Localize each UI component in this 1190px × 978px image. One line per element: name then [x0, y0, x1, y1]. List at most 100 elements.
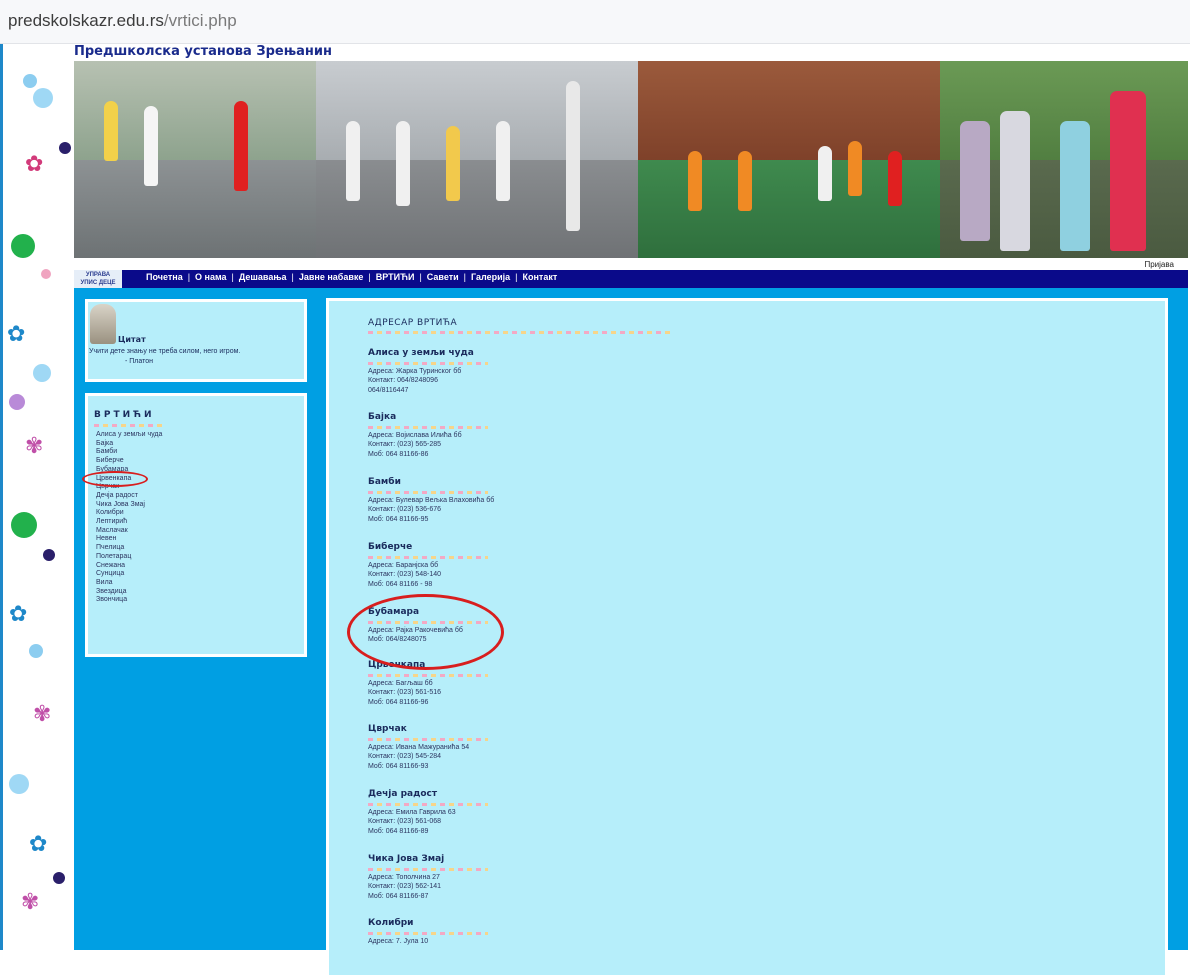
annotation-circle-list-item [82, 471, 148, 487]
entry-name: Дечја радост [368, 789, 438, 799]
kindergarten-link[interactable]: Вила [96, 579, 162, 588]
kindergarten-list: Алиса у земљи чуда Бајка Бамби Биберче Б… [96, 431, 162, 605]
decorative-dashes [368, 426, 488, 429]
bubble-decoration [59, 142, 71, 154]
entry-line: Контакт: (023) 561-068 [368, 818, 442, 826]
decorative-dashes [368, 491, 488, 494]
flower-icon: ✿ [9, 602, 28, 627]
kindergarten-link[interactable]: Колибри [96, 509, 162, 518]
kindergarten-link[interactable]: Невен [96, 535, 162, 544]
entry-line: Моб: 064 81166 - 98 [368, 580, 433, 588]
entry-name: Биберче [368, 542, 413, 552]
enrollment-badge[interactable]: УПРАВА УПИС ДЕЦЕ [74, 270, 122, 288]
decorative-wallpaper-strip: ✿ ✿ ✾ ✿ ✾ ✿ ✾ [0, 44, 72, 950]
nav-menu: Почетна | О нама | Дешавања | Јавне набавке… [146, 272, 558, 282]
bubble-decoration [9, 394, 25, 410]
quote-box: Цитат Учити дете знању не треба силом, н… [85, 299, 307, 382]
bubble-decoration [23, 74, 37, 88]
flower-icon: ✿ [25, 152, 44, 177]
header-photo-banner [74, 61, 1188, 258]
decorative-dashes [368, 803, 488, 806]
entry-line: Адреса: Ивана Мажуранића 54 [368, 744, 470, 751]
nav-item-home[interactable]: Почетна [146, 272, 183, 282]
kindergarten-link[interactable]: Сунцица [96, 570, 162, 579]
bubble-decoration [9, 774, 29, 794]
flower-icon: ✾ [33, 702, 52, 727]
decorative-dashes [368, 331, 673, 334]
nav-item-gallery[interactable]: Галерија [471, 272, 510, 282]
entry-line: Адреса: Баранjска бб [368, 562, 439, 569]
entry-line: Моб: 064 81166-95 [368, 515, 429, 523]
kindergarten-link[interactable]: Лептирић [96, 518, 162, 527]
decorative-dashes [368, 738, 488, 741]
entry-name: Бамби [368, 477, 401, 487]
nav-item-kindergartens[interactable]: ВРТИЋИ [376, 272, 415, 282]
banner-photo-football [638, 61, 940, 258]
entry-line: Моб: 064 81166-96 [368, 698, 429, 706]
decorative-dashes [368, 674, 488, 677]
kindergarten-link[interactable]: Пчелица [96, 544, 162, 553]
annotation-circle-entry [347, 594, 504, 670]
url-text[interactable]: predskolskazr.edu.rs/vrtici.php [8, 11, 237, 31]
kindergarten-link[interactable]: Снежана [96, 562, 162, 571]
directory-title: АДРЕСАР ВРТИЋА [368, 318, 458, 328]
bubble-decoration [41, 269, 51, 279]
entry-line: Адреса: Багљаш бб [368, 680, 433, 687]
kindergarten-link[interactable]: Звончица [96, 596, 162, 605]
flower-icon: ✾ [25, 434, 44, 459]
kindergarten-link[interactable]: Полетарац [96, 553, 162, 562]
entry-line: Моб: 064 81166-89 [368, 827, 429, 835]
entry-line: Контакт: (023) 545-284 [368, 753, 442, 761]
kindergarten-link[interactable]: Бамби [96, 448, 162, 457]
entry-line: Адреса: 7. Јула 10 [368, 938, 429, 945]
entry-line: Адреса: Жарка Туринског бб [368, 368, 462, 375]
directory-entry: Цврчак Адреса: Ивана Мажуранића 54 Конта… [368, 724, 588, 771]
flower-icon: ✾ [21, 890, 40, 915]
kindergarten-link[interactable]: Алиса у земљи чуда [96, 431, 162, 440]
quote-text: Учити дете знању не треба силом, него иг… [89, 348, 241, 355]
kindergarten-link[interactable]: Звездица [96, 588, 162, 597]
browser-address-bar[interactable]: predskolskazr.edu.rs/vrtici.php [0, 0, 1190, 44]
banner-photo-medals [940, 61, 1188, 258]
entry-name: Чика Јова Змај [368, 854, 445, 864]
url-path: /vrtici.php [163, 11, 237, 30]
entry-line: Моб: 064 81166-93 [368, 762, 429, 770]
main-navigation: УПРАВА УПИС ДЕЦЕ Почетна | О нама | Дешава… [74, 270, 1188, 288]
flower-icon: ✿ [29, 832, 48, 857]
bubble-decoration [29, 644, 43, 658]
nav-item-contact[interactable]: Контакт [522, 272, 557, 282]
main-content-area: Цитат Учити дете знању не треба силом, н… [74, 288, 1188, 978]
quote-author: - Платон [125, 358, 154, 365]
directory-entry: Бамби Адреса: Булевар Вељка Влаховића бб… [368, 477, 588, 524]
kindergarten-link[interactable]: Маслачак [96, 527, 162, 536]
directory-entry: Дечја радост Адреса: Емила Гаврила 63 Ко… [368, 789, 588, 836]
kindergarten-link[interactable]: Биберче [96, 457, 162, 466]
entry-name: Цврчак [368, 724, 407, 734]
decorative-dashes [94, 424, 164, 427]
bubble-decoration [11, 234, 35, 258]
flower-icon: ✿ [7, 322, 26, 347]
directory-entry: Бајка Адреса: Војислава Илића бб Контакт… [368, 412, 588, 459]
decorative-dashes [368, 556, 488, 559]
login-link[interactable]: Пријава [1144, 260, 1174, 269]
entry-line: Адреса: Булевар Вељка Влаховића бб [368, 497, 495, 504]
kindergarten-list-title: ВРТИЋИ [94, 410, 155, 420]
banner-photo-exercise [316, 61, 638, 258]
nav-item-procurement[interactable]: Јавне набавке [299, 272, 364, 282]
entry-line: Адреса: Тополчина 27 [368, 874, 440, 881]
entry-line: 064/8116447 [368, 386, 409, 394]
entry-line: Контакт: (023) 548-140 [368, 571, 442, 579]
decorative-dashes [368, 868, 488, 871]
quote-title: Цитат [118, 335, 146, 344]
nav-item-events[interactable]: Дешавања [239, 272, 287, 282]
nav-item-about[interactable]: О нама [195, 272, 227, 282]
bubble-decoration [33, 88, 53, 108]
bubble-decoration [53, 872, 65, 884]
directory-entry: Чика Јова Змај Адреса: Тополчина 27 Конт… [368, 854, 588, 901]
nav-item-advice[interactable]: Савети [427, 272, 459, 282]
bubble-decoration [11, 512, 37, 538]
site-title[interactable]: Предшколска установа Зрењанин [74, 44, 332, 59]
entry-line: Контакт: (023) 565-285 [368, 441, 442, 449]
entry-line: Моб: 064 81166-87 [368, 892, 429, 900]
kindergarten-link[interactable]: Дечја радост [96, 492, 162, 501]
